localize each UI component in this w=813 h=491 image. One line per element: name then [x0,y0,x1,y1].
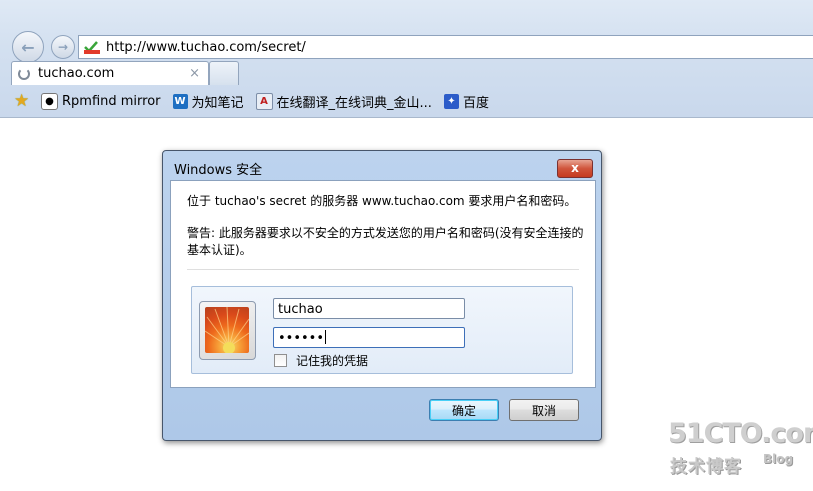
favorite-label: 百度 [462,95,489,111]
back-button[interactable]: ← [12,31,44,63]
favorite-item-baidu[interactable]: ✦ 百度 [441,90,492,112]
password-input[interactable]: •••••• [273,327,465,348]
favorite-item-wiz[interactable]: W 为知笔记 [170,90,247,112]
favorites-bar: ★ ● Rpmfind mirror W 为知笔记 A 在线翻译_在线词典_金山… [0,86,813,116]
favorite-label: 在线翻译_在线词典_金山... [276,95,432,111]
security-warning: 警告: 此服务器要求以不安全的方式发送您的用户名和密码(没有安全连接的基本认证)… [187,226,584,257]
flower-picture-icon [205,307,249,353]
new-tab-button[interactable] [209,61,239,85]
remember-checkbox[interactable] [274,354,287,367]
close-icon: x [571,161,579,175]
favorite-label: 为知笔记 [191,95,244,111]
remember-credentials[interactable]: 记住我的凭据 [274,352,368,369]
watermark-subtitle: 技术博客 [670,457,742,477]
tab-title: tuchao.com [38,66,115,81]
remember-label: 记住我的凭据 [296,354,369,368]
cancel-button[interactable]: 取消 [509,399,579,421]
baidu-paw-icon: ✦ [443,93,459,109]
divider [187,269,579,270]
watermark-logo: 51CTO.com [668,418,813,449]
dialog-body: 位于 tuchao's secret 的服务器 www.tuchao.com 要… [170,180,596,388]
credential-panel: tuchao •••••• 记住我的凭据 [191,286,573,374]
close-button[interactable]: x [557,159,593,178]
username-input[interactable]: tuchao [273,298,465,319]
dialog-title: Windows 安全 [174,163,263,178]
loading-spinner-icon [18,67,30,80]
text-caret [325,330,327,344]
address-bar[interactable]: http://www.tuchao.com/secret/ [78,35,813,59]
user-avatar [199,301,256,360]
site-favicon-icon [84,40,100,54]
favorite-label: Rpmfind mirror [62,93,161,109]
ok-button[interactable]: 确定 [429,399,499,421]
password-mask: •••••• [278,331,325,346]
watermark-blog: Blog [763,452,794,466]
windows-security-dialog: Windows 安全 x 位于 tuchao's secret 的服务器 www… [162,150,602,441]
favorite-item-rpmfind[interactable]: ● Rpmfind mirror [38,90,164,112]
back-arrow-icon: ← [21,37,35,57]
tux-icon: ● [41,92,58,110]
url-text[interactable]: http://www.tuchao.com/secret/ [106,40,306,55]
wiz-icon: W [172,93,188,109]
favorite-item-dictionary[interactable]: A 在线翻译_在线词典_金山... [253,90,435,112]
forward-arrow-icon: → [57,40,69,54]
dictionary-icon: A [255,92,273,110]
server-message: 位于 tuchao's secret 的服务器 www.tuchao.com 要… [187,194,577,208]
tab-close-icon[interactable]: × [189,66,200,81]
favorites-star-icon[interactable]: ★ [14,92,32,110]
browser-chrome: ← → http://www.tuchao.com/secret/ tuchao… [0,0,813,118]
tab-active[interactable]: tuchao.com × [11,61,209,85]
forward-button[interactable]: → [51,35,75,59]
